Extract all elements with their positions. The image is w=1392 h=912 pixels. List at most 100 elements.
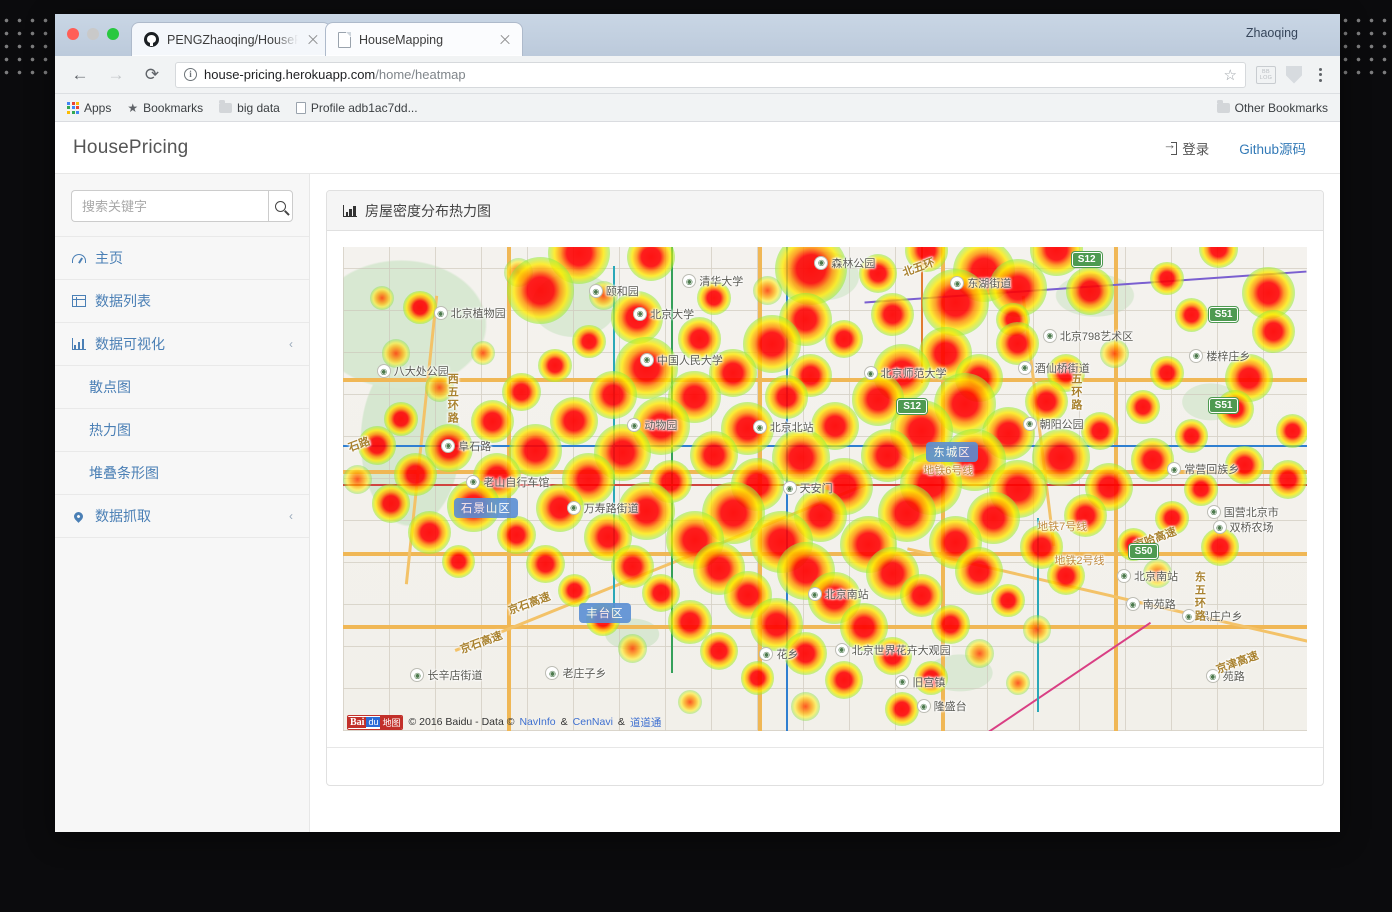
extension-shield-icon[interactable] [1286,65,1302,84]
map-poi-label: 北京北站 [769,422,814,435]
map-poi[interactable]: ◉ 动物园 [627,417,677,433]
browser-profile-label[interactable]: Zhaoqing [1246,26,1298,40]
map-poi[interactable]: ◉ 南苑路 [1125,596,1176,612]
minimize-window-button[interactable] [87,28,99,40]
search-icon [275,200,286,212]
map-rail-label: 地铁2号线 [1054,554,1105,567]
map-poi[interactable]: ◉ 长辛店街道 [410,667,482,683]
map-poi[interactable]: ◉ 八大处公园 [376,363,449,379]
site-info-icon[interactable]: i [184,68,197,81]
poi-marker-icon: ◉ [814,255,829,270]
bookmark-big-data[interactable]: big data [219,100,280,115]
map-district-badge[interactable]: 丰台区 [579,603,631,624]
bookmark-profile[interactable]: Profile adb1ac7dd... [295,100,418,115]
map-poi[interactable]: ◉ 东湖街道 [950,275,1011,291]
heat-blob [343,464,372,494]
sidebar-item-label: 数据抓取 [95,508,151,524]
login-link[interactable]: 登录 [1163,137,1210,158]
map-poi[interactable]: ◉ 北京798艺术区 [1042,328,1134,344]
app-brand[interactable]: HousePricing [73,137,188,159]
map-poi[interactable]: ◉ 楼梓庄乡 [1189,348,1250,364]
map-poi[interactable]: ◉ 老庄子乡 [545,665,606,681]
map-poi[interactable]: ◉ 北京大学 [633,306,694,322]
map-poi[interactable]: ◉ 北京世界花卉大观园 [834,642,951,658]
reload-button[interactable]: ⟳ [139,62,165,88]
extension-log-icon[interactable]: BB LOG [1256,65,1276,84]
search-input[interactable] [71,190,268,222]
heat-blob [931,605,970,644]
map-poi[interactable]: ◉ 阜石路 [441,438,491,454]
map-district-badge[interactable]: 东城区 [926,442,978,463]
map-attribution: Bai du 地图 © 2016 Baidu - Data © NavInfo … [343,713,665,731]
baidu-heatmap[interactable]: ◉ 北京植物园 ◉ 颐和园 ◉ 清华大学 ◉ 北京大学 ◉ 八大处公园 ◉ 中国人民大学 ◉ 北京师范大学… [343,247,1307,731]
attribution-link-cennavi[interactable]: CenNavi [573,716,613,728]
map-poi-label: 东湖街道 [967,278,1012,291]
browser-tab-2[interactable]: HouseMapping [325,22,523,56]
back-button[interactable]: ← [67,62,93,88]
map-poi[interactable]: ◉ 常营回族乡 [1167,461,1239,477]
map-poi-label: 北京798艺术区 [1059,330,1134,343]
github-source-link[interactable]: Github源码 [1239,138,1306,158]
sidebar-item-heatmap[interactable]: 热力图 [55,408,309,451]
heat-blob [441,544,476,579]
login-label: 登录 [1182,141,1210,157]
bookmark-other-bookmarks[interactable]: Other Bookmarks [1216,100,1328,115]
heat-blob [1174,418,1209,453]
close-window-button[interactable] [67,28,79,40]
map-poi-label: 北京南站 [824,589,869,602]
map-poi[interactable]: ◉ 北京南站 [807,586,869,602]
heat-blob [507,256,575,325]
map-poi[interactable]: ◉ 北京植物园 [433,305,506,321]
map-poi[interactable]: ◉ 旧宫镇 [895,674,945,690]
browser-tab-1[interactable]: PENGZhaoqing/HousePricing: [131,22,331,56]
poi-marker-icon: ◉ [545,666,560,681]
map-poi[interactable]: ◉ 清华大学 [682,273,743,289]
bookmark-bookmarks[interactable]: ★ Bookmarks [127,101,203,115]
map-poi[interactable]: ◉ 国营北京市 [1206,504,1279,520]
sidebar-item-home[interactable]: 主页 [55,236,309,279]
map-poi-label: 清华大学 [699,276,744,289]
map-highway-shield: S12 [897,398,928,414]
map-district-badge[interactable]: 石景山区 [453,497,518,518]
url-domain: house-pricing.herokuapp.com [204,67,376,82]
map-poi[interactable]: ◉ 北京南站 [1117,568,1178,584]
sidebar-item-data-scraping[interactable]: 数据抓取 ‹ [55,494,309,538]
heat-blob [870,293,915,337]
map-poi[interactable]: ◉ 北京北站 [752,419,814,435]
map-poi[interactable]: ◉ 隆盛台 [916,698,967,714]
map-poi[interactable]: ◉ 双桥农场 [1212,519,1274,535]
map-poi[interactable]: ◉ 老山自行车馆 [466,474,549,490]
bookmark-label: Profile adb1ac7dd... [310,100,418,115]
map-poi-label: 北京师范大学 [880,368,947,381]
window-traffic-lights[interactable] [67,28,119,40]
map-poi[interactable]: ◉ 花乡 [759,646,798,662]
map-poi[interactable]: ◉ 森林公园 [814,255,875,271]
sidebar-item-scatter[interactable]: 散点图 [55,365,309,408]
map-poi[interactable]: ◉ 颐和园 [588,283,639,299]
bookmark-star-icon[interactable]: ☆ [1224,66,1237,84]
search-button[interactable] [268,190,293,222]
attribution-link-navinfo[interactable]: NavInfo [519,716,555,728]
forward-button[interactable]: → [103,62,129,88]
sidebar-item-visualization[interactable]: 数据可视化 ‹ [55,322,309,365]
browser-window: PENGZhaoqing/HousePricing: HouseMapping … [55,14,1340,832]
map-poi[interactable]: ◉ 中国人民大学 [639,352,723,368]
address-bar[interactable]: i house-pricing.herokuapp.com/home/heatm… [175,61,1246,88]
url-text: house-pricing.herokuapp.com/home/heatmap [204,67,466,82]
map-poi[interactable]: ◉ 天安门 [782,480,833,496]
poi-marker-icon: ◉ [1017,360,1032,375]
dashboard-icon [71,253,86,263]
tab-close-icon[interactable] [498,33,512,47]
tab-close-icon[interactable] [306,33,320,47]
chrome-menu-button[interactable] [1312,67,1328,82]
sidebar-item-data-list[interactable]: 数据列表 [55,279,309,322]
map-poi[interactable]: ◉ 朝阳公园 [1022,416,1084,432]
heat-blob [497,515,536,555]
maximize-window-button[interactable] [107,28,119,40]
bookmark-apps[interactable]: Apps [67,101,111,115]
map-poi[interactable]: ◉ 北京师范大学 [863,365,947,381]
attribution-link-daodaotong[interactable]: 道道通 [630,715,662,730]
map-poi[interactable]: ◉ 万寿路街道 [566,500,639,516]
sidebar-item-stacked-bar[interactable]: 堆叠条形图 [55,451,309,494]
navbar-right: 登录 Github源码 [1163,137,1322,158]
